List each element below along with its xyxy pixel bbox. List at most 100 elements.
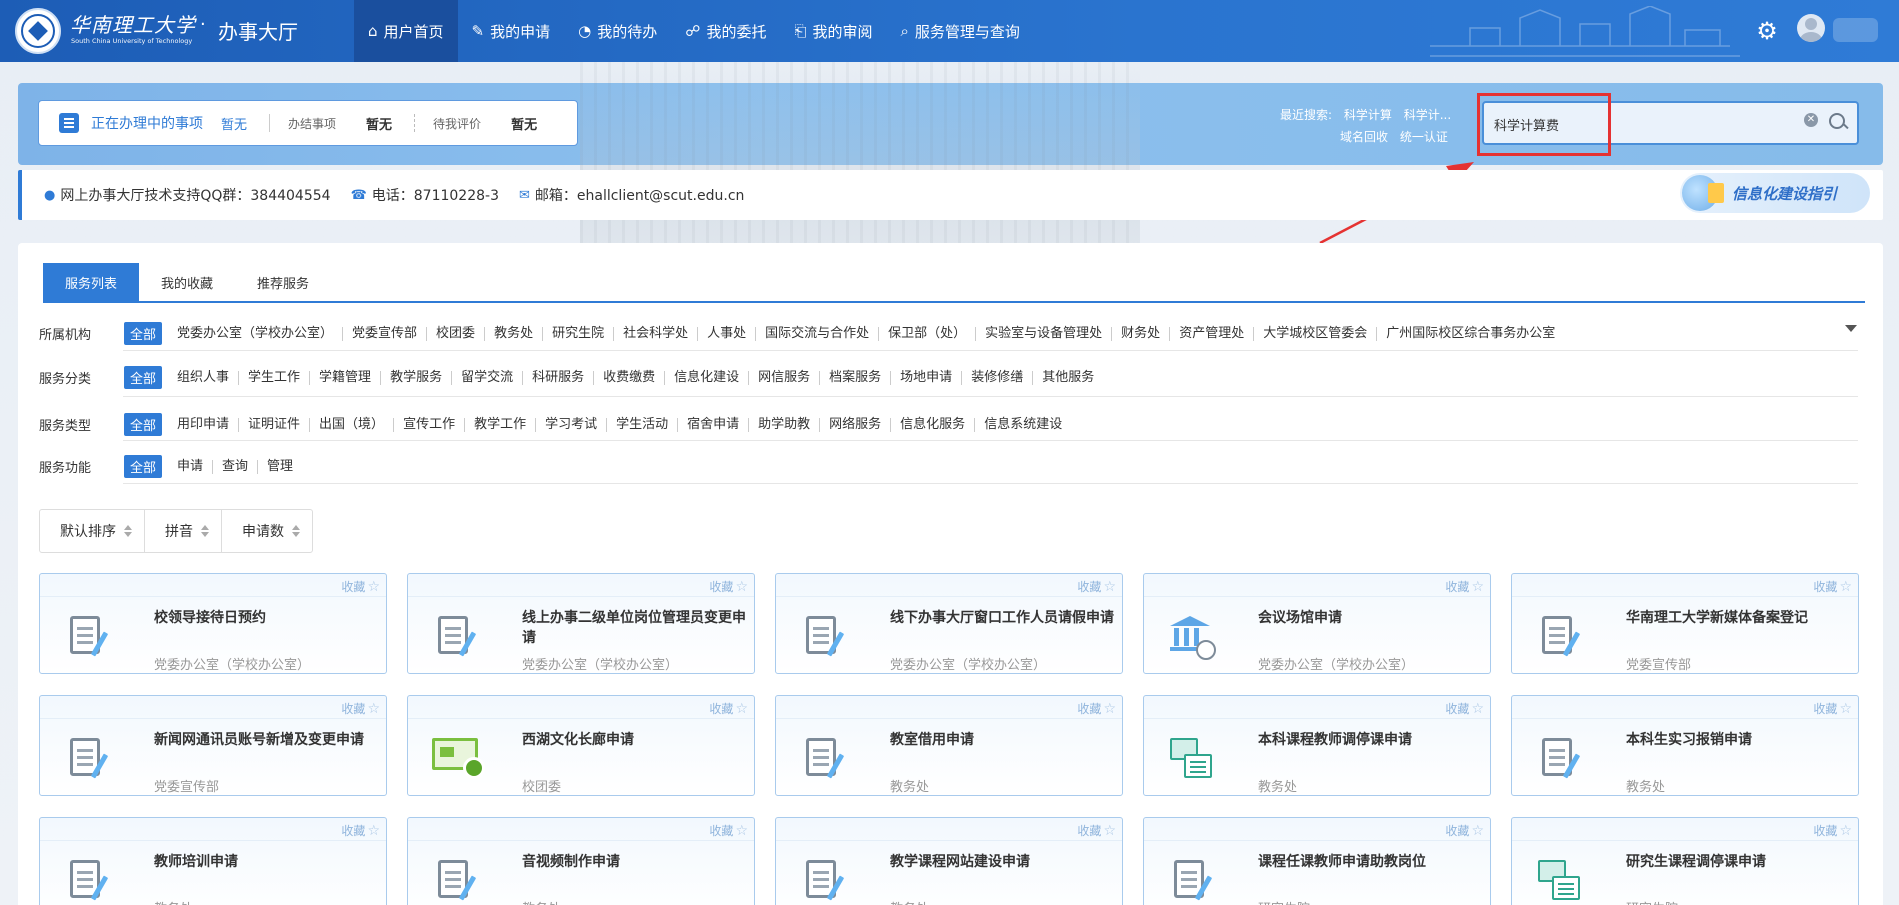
tab[interactable]: 推荐服务 — [235, 263, 331, 301]
filter-option[interactable]: 其他服务 — [1033, 370, 1103, 385]
filter-option[interactable]: 学习考试 — [536, 417, 608, 432]
service-title[interactable]: 教室借用申请 — [890, 730, 1118, 750]
sort-option[interactable]: 默认排序 — [40, 510, 145, 552]
tab[interactable]: 我的收藏 — [139, 263, 235, 301]
service-card[interactable]: 收藏 ☆ 教室借用申请 教务处 — [775, 695, 1123, 796]
pending-rate-value[interactable]: 暂无 — [511, 114, 537, 133]
filter-option[interactable]: 大学城校区管委会 — [1254, 326, 1378, 341]
recent-search-item[interactable]: 域名回收 — [1340, 130, 1388, 144]
service-card[interactable]: 收藏☆ 教师培训申请教务处 — [39, 817, 387, 905]
search-input[interactable] — [1494, 113, 1794, 135]
expand-caret-icon[interactable] — [1845, 325, 1857, 332]
favorite-button[interactable]: 收藏 ☆ — [1445, 578, 1484, 595]
filter-option[interactable]: 保卫部（处） — [879, 326, 977, 341]
favorite-button[interactable]: 收藏 ☆ — [709, 700, 748, 717]
filter-option[interactable]: 财务处 — [1112, 326, 1171, 341]
nav-item[interactable]: ⌕ 服务管理与查询 — [887, 0, 1034, 62]
it-construction-guide-button[interactable]: 信息化建设指引 — [1680, 173, 1870, 213]
service-card[interactable]: 收藏 ☆ 西湖文化长廊申请 校团委 — [407, 695, 755, 796]
nav-item[interactable]: ✎ 我的申请 — [458, 0, 565, 62]
recent-search-item[interactable]: 统一认证 — [1400, 130, 1448, 144]
user-avatar[interactable] — [1797, 14, 1825, 42]
filter-option[interactable]: 研究生院 — [543, 326, 615, 341]
filter-option[interactable]: 教学工作 — [465, 417, 537, 432]
email-text[interactable]: 邮箱：ehallclient@scut.edu.cn — [535, 185, 745, 205]
in-progress-value[interactable]: 暂无 — [221, 114, 247, 133]
service-title[interactable]: 线上办事二级单位岗位管理员变更申请 — [522, 608, 750, 648]
settings-gear-icon[interactable]: ⚙ — [1752, 16, 1782, 46]
service-card[interactable]: 收藏 ☆ 新闻网通讯员账号新增及变更申请 党委宣传部 — [39, 695, 387, 796]
service-title[interactable]: 课程任课教师申请助教岗位 — [1258, 852, 1486, 872]
service-card[interactable]: 收藏 ☆ 本科课程教师调停课申请 教务处 — [1143, 695, 1491, 796]
clear-search-icon[interactable]: ✕ — [1804, 113, 1818, 127]
filter-option[interactable]: 宣传工作 — [394, 417, 466, 432]
in-progress-label[interactable]: 正在办理中的事项 — [91, 113, 203, 133]
filter-option[interactable]: 信息化服务 — [891, 417, 976, 432]
service-title[interactable]: 教学课程网站建设申请 — [890, 852, 1118, 872]
service-title[interactable]: 本科课程教师调停课申请 — [1258, 730, 1486, 750]
nav-item[interactable]: ☍ 我的委托 — [671, 0, 780, 62]
filter-option[interactable]: 广州国际校区综合事务办公室 — [1377, 326, 1564, 341]
filter-option[interactable]: 国际交流与合作处 — [756, 326, 880, 341]
filter-option[interactable]: 查询 — [213, 459, 259, 474]
filter-option[interactable]: 科研服务 — [523, 370, 595, 385]
favorite-button[interactable]: 收藏 ☆ — [1445, 822, 1484, 839]
service-title[interactable]: 西湖文化长廊申请 — [522, 730, 750, 750]
filter-option[interactable]: 场地申请 — [891, 370, 963, 385]
service-card[interactable]: 收藏 ☆ 华南理工大学新媒体备案登记 党委宣传部 — [1511, 573, 1859, 674]
filter-option[interactable]: 党委宣传部 — [343, 326, 428, 341]
service-card[interactable]: 收藏 ☆ 线上办事二级单位岗位管理员变更申请 党委办公室（学校办公室） — [407, 573, 755, 674]
service-title[interactable]: 教师培训申请 — [154, 852, 382, 872]
filter-option[interactable]: 出国（境） — [310, 417, 395, 432]
username-redacted[interactable] — [1833, 18, 1878, 42]
filter-option[interactable]: 信息系统建设 — [975, 417, 1071, 432]
favorite-button[interactable]: 收藏 ☆ — [341, 700, 380, 717]
service-card[interactable]: 收藏☆ 研究生课程调停课申请研究生院 — [1511, 817, 1859, 905]
service-title[interactable]: 华南理工大学新媒体备案登记 — [1626, 608, 1854, 628]
favorite-button[interactable]: 收藏 ☆ — [1445, 700, 1484, 717]
service-card[interactable]: 收藏 ☆ 线下办事大厅窗口工作人员请假申请 党委办公室（学校办公室） — [775, 573, 1123, 674]
filter-option[interactable]: 教务处 — [485, 326, 544, 341]
university-seal-logo[interactable] — [15, 8, 61, 54]
filter-option[interactable]: 申请 — [168, 459, 214, 474]
filter-option[interactable]: 档案服务 — [820, 370, 892, 385]
filter-option[interactable]: 信息化建设 — [665, 370, 750, 385]
service-card[interactable]: 收藏 ☆ 会议场馆申请 党委办公室（学校办公室） — [1143, 573, 1491, 674]
filter-option[interactable]: 组织人事 — [168, 370, 240, 385]
service-title[interactable]: 音视频制作申请 — [522, 852, 750, 872]
filter-option[interactable]: 校团委 — [427, 326, 486, 341]
service-title[interactable]: 新闻网通讯员账号新增及变更申请 — [154, 730, 382, 750]
nav-item[interactable]: ⎗ 我的审阅 — [780, 0, 886, 62]
filter-option[interactable]: 网络服务 — [820, 417, 892, 432]
done-value[interactable]: 暂无 — [366, 114, 392, 133]
filter-option[interactable]: 助学助教 — [749, 417, 821, 432]
filter-option[interactable]: 党委办公室（学校办公室） — [168, 326, 344, 341]
filter-option[interactable]: 教学服务 — [381, 370, 453, 385]
filter-option[interactable]: 社会科学处 — [614, 326, 699, 341]
filter-option-all[interactable]: 全部 — [124, 366, 163, 389]
filter-option-all[interactable]: 全部 — [124, 322, 163, 345]
filter-option[interactable]: 用印申请 — [168, 417, 240, 432]
service-title[interactable]: 校领导接待日预约 — [154, 608, 382, 628]
favorite-button[interactable]: 收藏 ☆ — [1077, 578, 1116, 595]
search-icon[interactable] — [1827, 111, 1849, 133]
filter-option[interactable]: 学生活动 — [607, 417, 679, 432]
favorite-button[interactable]: 收藏 ☆ — [1813, 822, 1852, 839]
favorite-button[interactable]: 收藏 ☆ — [709, 578, 748, 595]
recent-search-item[interactable]: 科学计... — [1404, 108, 1451, 122]
sort-option[interactable]: 申请数 — [222, 510, 312, 552]
favorite-button[interactable]: 收藏 ☆ — [709, 822, 748, 839]
filter-option[interactable]: 宿舍申请 — [678, 417, 750, 432]
favorite-button[interactable]: 收藏 ☆ — [1813, 578, 1852, 595]
service-title[interactable]: 研究生课程调停课申请 — [1626, 852, 1854, 872]
favorite-button[interactable]: 收藏 ☆ — [341, 822, 380, 839]
service-card[interactable]: 收藏☆ 音视频制作申请教务处 — [407, 817, 755, 905]
favorite-button[interactable]: 收藏 ☆ — [1077, 822, 1116, 839]
filter-option[interactable]: 实验室与设备管理处 — [976, 326, 1113, 341]
service-title[interactable]: 线下办事大厅窗口工作人员请假申请 — [890, 608, 1118, 628]
filter-option[interactable]: 留学交流 — [452, 370, 524, 385]
filter-option[interactable]: 装修修缮 — [962, 370, 1034, 385]
filter-option-all[interactable]: 全部 — [124, 455, 163, 478]
filter-option[interactable]: 收费缴费 — [594, 370, 666, 385]
filter-option[interactable]: 学生工作 — [239, 370, 311, 385]
